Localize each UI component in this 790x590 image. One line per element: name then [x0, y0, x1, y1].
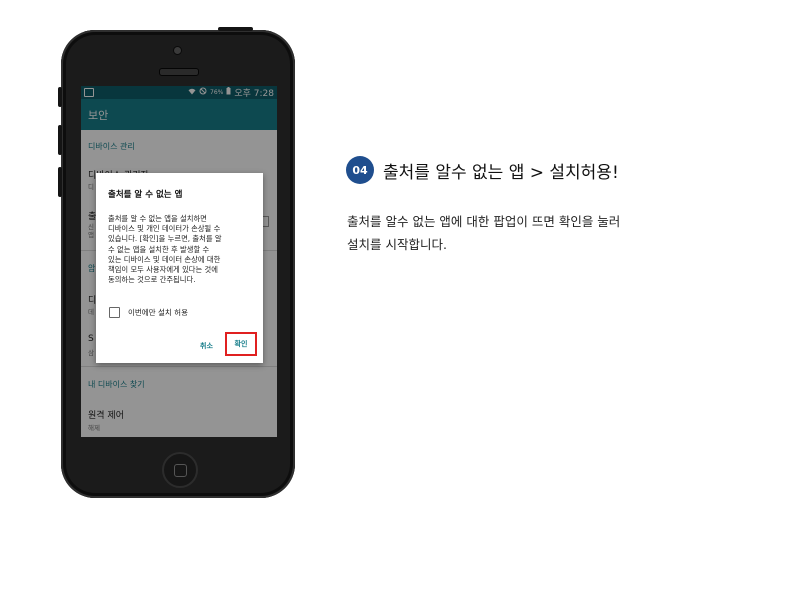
dialog-title: 출처를 알 수 없는 앱: [108, 190, 183, 200]
allow-once-checkbox[interactable]: [109, 307, 120, 318]
step-description: 출처를 알수 없는 앱에 대한 팝업이 뜨면 확인을 눌러 설치를 시작합니다.: [347, 210, 620, 256]
dialog-message: 출처를 알 수 없는 앱을 설치하면 디바이스 및 개인 데이터가 손상될 수 …: [108, 214, 222, 285]
power-button: [218, 27, 253, 31]
earpiece-speaker: [159, 68, 199, 76]
home-button[interactable]: [162, 452, 198, 488]
allow-once-label: 이번에만 설치 허용: [128, 308, 188, 317]
ok-button-label: 확인: [234, 340, 248, 348]
cancel-button[interactable]: 취소: [200, 341, 213, 351]
unknown-sources-dialog: 출처를 알 수 없는 앱 출처를 알 수 없는 앱을 설치하면 디바이스 및 개…: [96, 173, 263, 363]
volume-down-button: [58, 167, 62, 197]
step-description-line-2: 설치를 시작합니다.: [347, 237, 447, 252]
mute-switch: [58, 87, 62, 107]
home-square-icon: [173, 463, 187, 477]
step-description-line-1: 출처를 알수 없는 앱에 대한 팝업이 뜨면 확인을 눌러: [347, 214, 621, 229]
ok-button[interactable]: 확인: [225, 332, 257, 356]
step-title: 출처를 알수 없는 앱 > 설치허용!: [383, 163, 619, 183]
allow-once-row[interactable]: 이번에만 설치 허용: [109, 307, 188, 318]
volume-up-button: [58, 125, 62, 155]
front-camera: [174, 47, 181, 54]
step-number-badge: 04: [346, 156, 374, 184]
phone-frame: 76% 오후 7:28 보안 디바이스 관리 디바이스 관리자 디 출 신 앱 …: [58, 27, 295, 498]
phone-screen: 76% 오후 7:28 보안 디바이스 관리 디바이스 관리자 디 출 신 앱 …: [81, 86, 277, 437]
